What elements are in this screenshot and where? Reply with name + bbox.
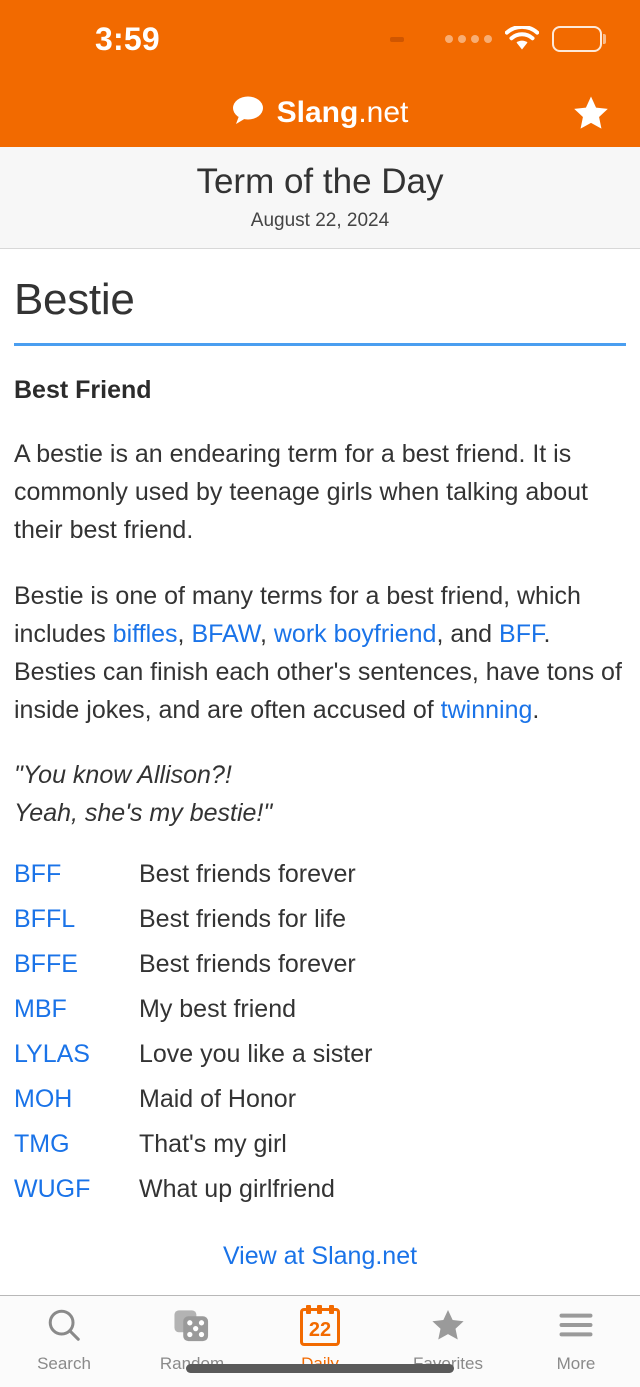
wifi-icon	[504, 24, 540, 52]
related-term-definition: My best friend	[139, 995, 297, 1024]
related-term-abbr[interactable]: MBF	[14, 995, 139, 1024]
related-term-row: WUGF What up girlfriend	[14, 1175, 626, 1204]
status-bar: 3:59	[0, 0, 640, 78]
related-link-bfaw[interactable]: BFAW	[191, 620, 260, 648]
brand-name-light: .net	[358, 95, 409, 129]
tab-icon-wrap	[173, 1306, 211, 1348]
home-indicator	[186, 1364, 454, 1373]
status-bar-indicators	[390, 24, 602, 52]
example-quote: "You know Allison?! Yeah, she's my besti…	[14, 757, 626, 832]
app-header: 3:59 Slang.net	[0, 0, 640, 147]
related-term-definition: That's my girl	[139, 1130, 287, 1159]
tab-icon-wrap	[429, 1306, 467, 1348]
related-term-definition: Best friends forever	[139, 950, 356, 979]
related-term-definition: Love you like a sister	[139, 1040, 373, 1069]
brand-logo[interactable]: Slang.net	[232, 95, 409, 130]
tab-icon-wrap: 22	[300, 1305, 340, 1348]
signal-dash-icon	[390, 36, 404, 42]
tab-icon-wrap	[557, 1306, 595, 1348]
definition-paragraph-1: A bestie is an endearing term for a best…	[14, 440, 588, 545]
calendar-day: 22	[308, 1319, 332, 1341]
page-subheader: Term of the Day August 22, 2024	[0, 147, 640, 249]
related-term-abbr[interactable]: WUGF	[14, 1175, 139, 1204]
star-icon	[574, 96, 608, 129]
related-term-row: MOH Maid of Honor	[14, 1085, 626, 1114]
definition-heading: Best Friend	[14, 376, 152, 405]
bottom-tab-bar: SearchRandom22DailyFavoritesMore	[0, 1295, 640, 1387]
nav-bar: Slang.net	[0, 78, 640, 147]
related-term-row: TMG That's my girl	[14, 1130, 626, 1159]
related-term-row: LYLAS Love you like a sister	[14, 1040, 626, 1069]
favorite-star-button[interactable]	[568, 90, 614, 136]
tab-more[interactable]: More	[512, 1306, 640, 1374]
example-line-1: "You know Allison?!	[14, 761, 232, 790]
related-link-bff[interactable]: BFF	[499, 620, 543, 648]
related-term-abbr[interactable]: BFFL	[14, 905, 139, 934]
related-term-abbr[interactable]: MOH	[14, 1085, 139, 1114]
related-term-abbr[interactable]: TMG	[14, 1130, 139, 1159]
para2-text-3: ,	[259, 620, 274, 649]
related-term-abbr[interactable]: BFFE	[14, 950, 139, 979]
related-term-definition: Maid of Honor	[139, 1085, 297, 1114]
related-term-abbr[interactable]: BFF	[14, 860, 139, 889]
related-link-biffles[interactable]: biffles	[113, 620, 178, 648]
page-date: August 22, 2024	[250, 210, 390, 231]
term-name: Bestie	[14, 275, 135, 324]
signal-dots-icon	[445, 35, 492, 43]
related-term-row: BFFE Best friends forever	[14, 950, 626, 979]
tab-label: More	[556, 1354, 596, 1373]
page-title: Term of the Day	[196, 162, 444, 201]
example-line-2: Yeah, she's my bestie!"	[14, 798, 273, 827]
tab-label: Search	[37, 1354, 91, 1373]
definition-paragraph-2: Bestie is one of many terms for a best f…	[14, 577, 626, 729]
battery-full-icon	[552, 26, 602, 52]
tab-icon-wrap	[45, 1306, 83, 1348]
related-link-work-boyfriend[interactable]: work boyfriend	[274, 620, 437, 648]
tab-search[interactable]: Search	[0, 1306, 128, 1374]
brand-name-bold: Slang	[276, 95, 359, 129]
calendar-icon: 22	[300, 1305, 340, 1346]
dice-icon	[173, 1307, 211, 1348]
related-term-definition: Best friends forever	[139, 860, 356, 889]
speech-bubble-icon	[232, 95, 264, 130]
related-term-abbr[interactable]: LYLAS	[14, 1040, 139, 1069]
view-link-container: View at Slang.net	[14, 1220, 626, 1281]
view-at-slang-link[interactable]: View at Slang.net	[223, 1242, 417, 1270]
term-content: Bestie Best Friend A bestie is an endear…	[0, 249, 640, 1295]
para2-text-2: ,	[177, 620, 192, 649]
hamburger-icon	[557, 1310, 595, 1345]
para2-text-6: .	[532, 696, 540, 725]
star-icon	[429, 1307, 467, 1348]
related-term-row: BFFL Best friends for life	[14, 905, 626, 934]
related-term-definition: Best friends for life	[139, 905, 347, 934]
related-term-row: BFF Best friends forever	[14, 860, 626, 889]
related-link-twinning[interactable]: twinning	[441, 696, 533, 724]
related-term-definition: What up girlfriend	[139, 1175, 335, 1204]
status-bar-clock: 3:59	[95, 20, 160, 57]
para2-text-4: , and	[436, 620, 500, 649]
related-term-row: MBF My best friend	[14, 995, 626, 1024]
app-screen: 3:59 Slang.net Term of the Day August 22…	[0, 0, 640, 1387]
magnifier-icon	[45, 1306, 83, 1349]
title-divider	[14, 343, 626, 347]
related-terms-list: BFF Best friends forever BFFL Best friends …	[14, 860, 626, 1204]
